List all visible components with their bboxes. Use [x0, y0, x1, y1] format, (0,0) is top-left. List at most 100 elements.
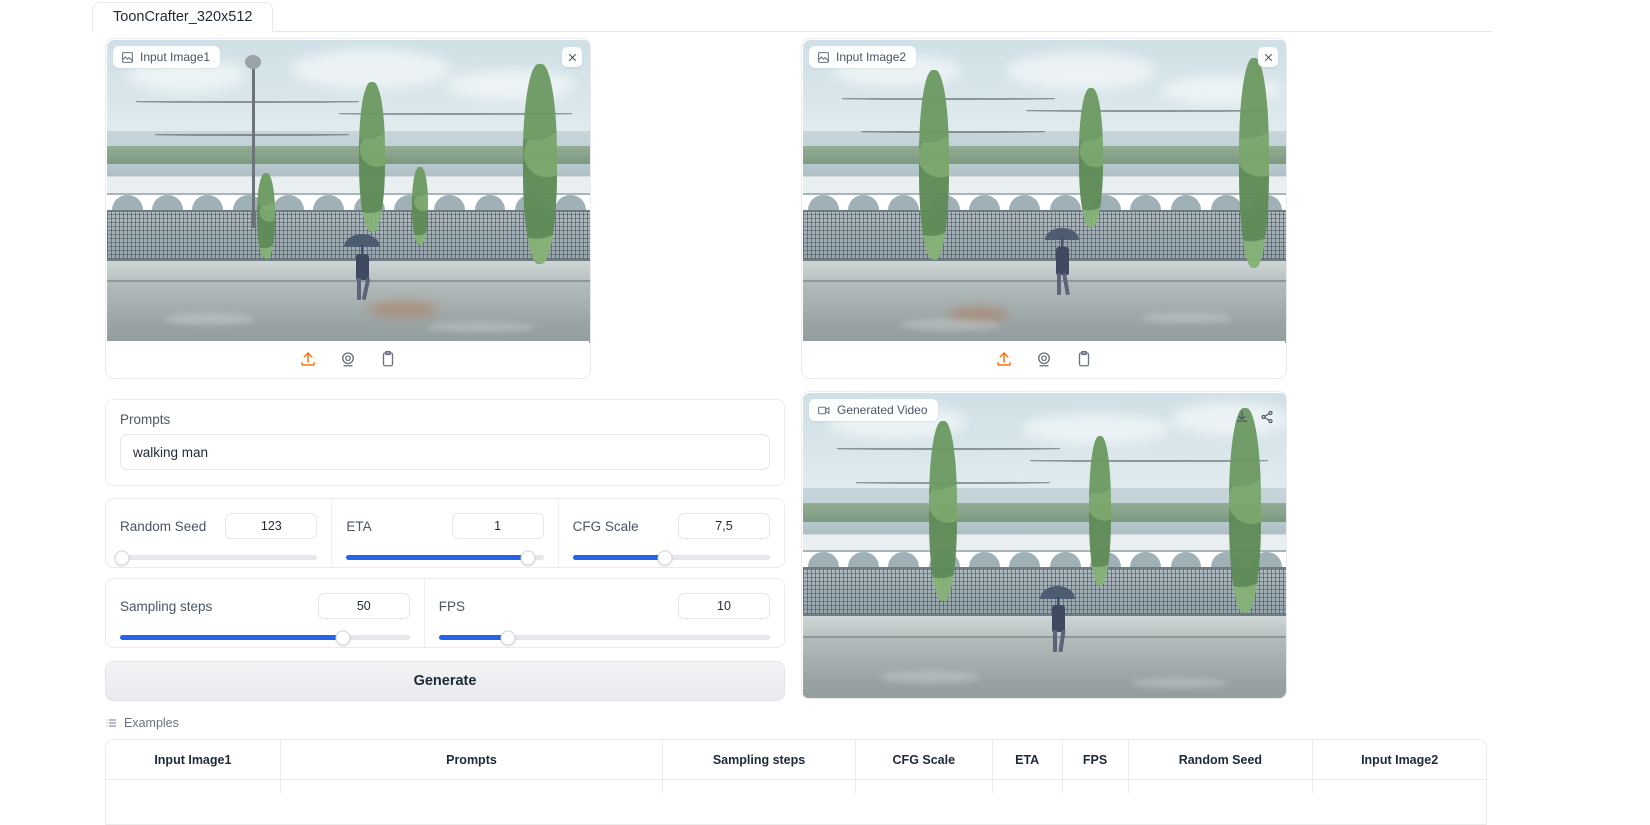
examples-col-fps[interactable]: FPS — [1063, 740, 1129, 779]
input-image2-toolbar — [803, 341, 1285, 377]
close-icon — [567, 52, 578, 63]
examples-col-eta[interactable]: ETA — [993, 740, 1063, 779]
webcam-icon[interactable] — [339, 350, 357, 368]
sampling-steps-slider-track[interactable] — [120, 635, 410, 640]
examples-col-label: ETA — [1015, 753, 1039, 767]
examples-col-prompts[interactable]: Prompts — [281, 740, 663, 779]
examples-col-cfg-scale[interactable]: CFG Scale — [856, 740, 993, 779]
examples-label: Examples — [124, 716, 179, 730]
prompts-input[interactable] — [120, 434, 770, 470]
fps-label: FPS — [439, 599, 465, 614]
share-icon[interactable] — [1260, 410, 1274, 424]
examples-cell — [281, 780, 663, 793]
random-seed-input[interactable] — [225, 513, 317, 539]
image-icon — [817, 51, 830, 64]
examples-cell — [1129, 780, 1314, 793]
input-image1-label: Input Image1 — [140, 50, 210, 64]
tab-label: ToonCrafter_320x512 — [113, 9, 252, 25]
slider-row-2: Sampling steps FPS — [106, 579, 784, 647]
examples-label-row: Examples — [105, 716, 179, 730]
random-seed-label: Random Seed — [120, 519, 206, 534]
examples-cell — [663, 780, 856, 793]
cfg-scale-label: CFG Scale — [573, 519, 639, 534]
examples-cell — [1313, 780, 1486, 793]
eta-label: ETA — [346, 519, 371, 534]
slider-row-2-panel: Sampling steps FPS — [105, 578, 785, 648]
random-seed-slider-track[interactable] — [120, 555, 317, 560]
input-image1-toolbar — [107, 341, 589, 377]
image-icon — [121, 51, 134, 64]
fps-control: FPS — [424, 579, 784, 647]
clipboard-icon[interactable] — [379, 350, 397, 368]
webcam-icon[interactable] — [1035, 350, 1053, 368]
generate-button[interactable]: Generate — [105, 661, 785, 701]
examples-col-label: CFG Scale — [893, 753, 956, 767]
input-image1-artwork — [107, 40, 591, 343]
examples-table: Input Image1 Prompts Sampling steps CFG … — [105, 739, 1487, 825]
cfg-scale-control: CFG Scale — [558, 499, 784, 567]
cfg-scale-input[interactable] — [678, 513, 770, 539]
input-image2-label: Input Image2 — [836, 50, 906, 64]
tab-tooncrafter[interactable]: ToonCrafter_320x512 — [92, 2, 273, 32]
cfg-scale-slider-knob[interactable] — [658, 550, 673, 565]
video-camera-icon — [817, 404, 831, 417]
tab-bar: ToonCrafter_320x512 — [92, 2, 1492, 32]
examples-col-label: Sampling steps — [713, 753, 805, 767]
examples-col-label: Input Image1 — [154, 753, 231, 767]
clipboard-icon[interactable] — [1075, 350, 1093, 368]
input-image1-canvas[interactable]: Input Image1 — [107, 40, 591, 343]
eta-input[interactable] — [452, 513, 544, 539]
list-icon — [105, 717, 117, 729]
slider-row-1-panel: Random Seed ETA — [105, 498, 785, 568]
input-image1-panel: Input Image1 — [105, 38, 591, 379]
examples-col-label: Random Seed — [1179, 753, 1262, 767]
input-image2-artwork — [803, 40, 1287, 343]
sampling-steps-slider-knob[interactable] — [336, 630, 351, 645]
random-seed-slider-knob[interactable] — [114, 550, 129, 565]
input-image2-badge: Input Image2 — [809, 46, 916, 68]
examples-table-row[interactable] — [106, 779, 1486, 793]
examples-col-sampling-steps[interactable]: Sampling steps — [663, 740, 856, 779]
generate-button-label: Generate — [414, 673, 477, 689]
generated-video-panel: Generated Video — [801, 391, 1287, 699]
slider-row-1: Random Seed ETA — [106, 499, 784, 567]
eta-slider-track[interactable] — [346, 555, 543, 560]
input-image1-badge: Input Image1 — [113, 46, 220, 68]
fps-input[interactable] — [678, 593, 770, 619]
examples-col-label: Prompts — [446, 753, 497, 767]
input-image1-close-button[interactable] — [562, 47, 582, 67]
sampling-steps-label: Sampling steps — [120, 599, 212, 614]
examples-cell — [856, 780, 993, 793]
examples-col-random-seed[interactable]: Random Seed — [1129, 740, 1314, 779]
input-image2-close-button[interactable] — [1258, 47, 1278, 67]
generated-video-artwork — [803, 393, 1287, 699]
examples-col-input-image1[interactable]: Input Image1 — [106, 740, 281, 779]
fps-slider-knob[interactable] — [501, 630, 516, 645]
eta-control: ETA — [331, 499, 557, 567]
examples-col-label: FPS — [1083, 753, 1107, 767]
close-icon — [1263, 52, 1274, 63]
generated-video-canvas[interactable]: Generated Video — [803, 393, 1287, 699]
sampling-steps-control: Sampling steps — [106, 579, 424, 647]
prompts-label: Prompts — [120, 412, 170, 427]
tooncrafter-app: ToonCrafter_320x512 — [0, 0, 1650, 825]
input-image2-panel: Input Image2 — [801, 38, 1287, 379]
examples-col-label: Input Image2 — [1361, 753, 1438, 767]
generated-video-badge: Generated Video — [809, 399, 938, 421]
examples-col-input-image2[interactable]: Input Image2 — [1313, 740, 1486, 779]
examples-cell — [106, 780, 281, 793]
prompts-panel: Prompts — [105, 399, 785, 486]
input-image2-canvas[interactable]: Input Image2 — [803, 40, 1287, 343]
eta-slider-knob[interactable] — [520, 550, 535, 565]
upload-icon[interactable] — [995, 350, 1013, 368]
examples-table-header: Input Image1 Prompts Sampling steps CFG … — [106, 740, 1486, 779]
cfg-scale-slider-track[interactable] — [573, 555, 770, 560]
download-icon[interactable] — [1235, 410, 1249, 424]
examples-cell — [993, 780, 1063, 793]
sampling-steps-input[interactable] — [318, 593, 410, 619]
random-seed-control: Random Seed — [106, 499, 331, 567]
upload-icon[interactable] — [299, 350, 317, 368]
fps-slider-track[interactable] — [439, 635, 770, 640]
generated-video-label: Generated Video — [837, 403, 928, 417]
examples-cell — [1063, 780, 1129, 793]
